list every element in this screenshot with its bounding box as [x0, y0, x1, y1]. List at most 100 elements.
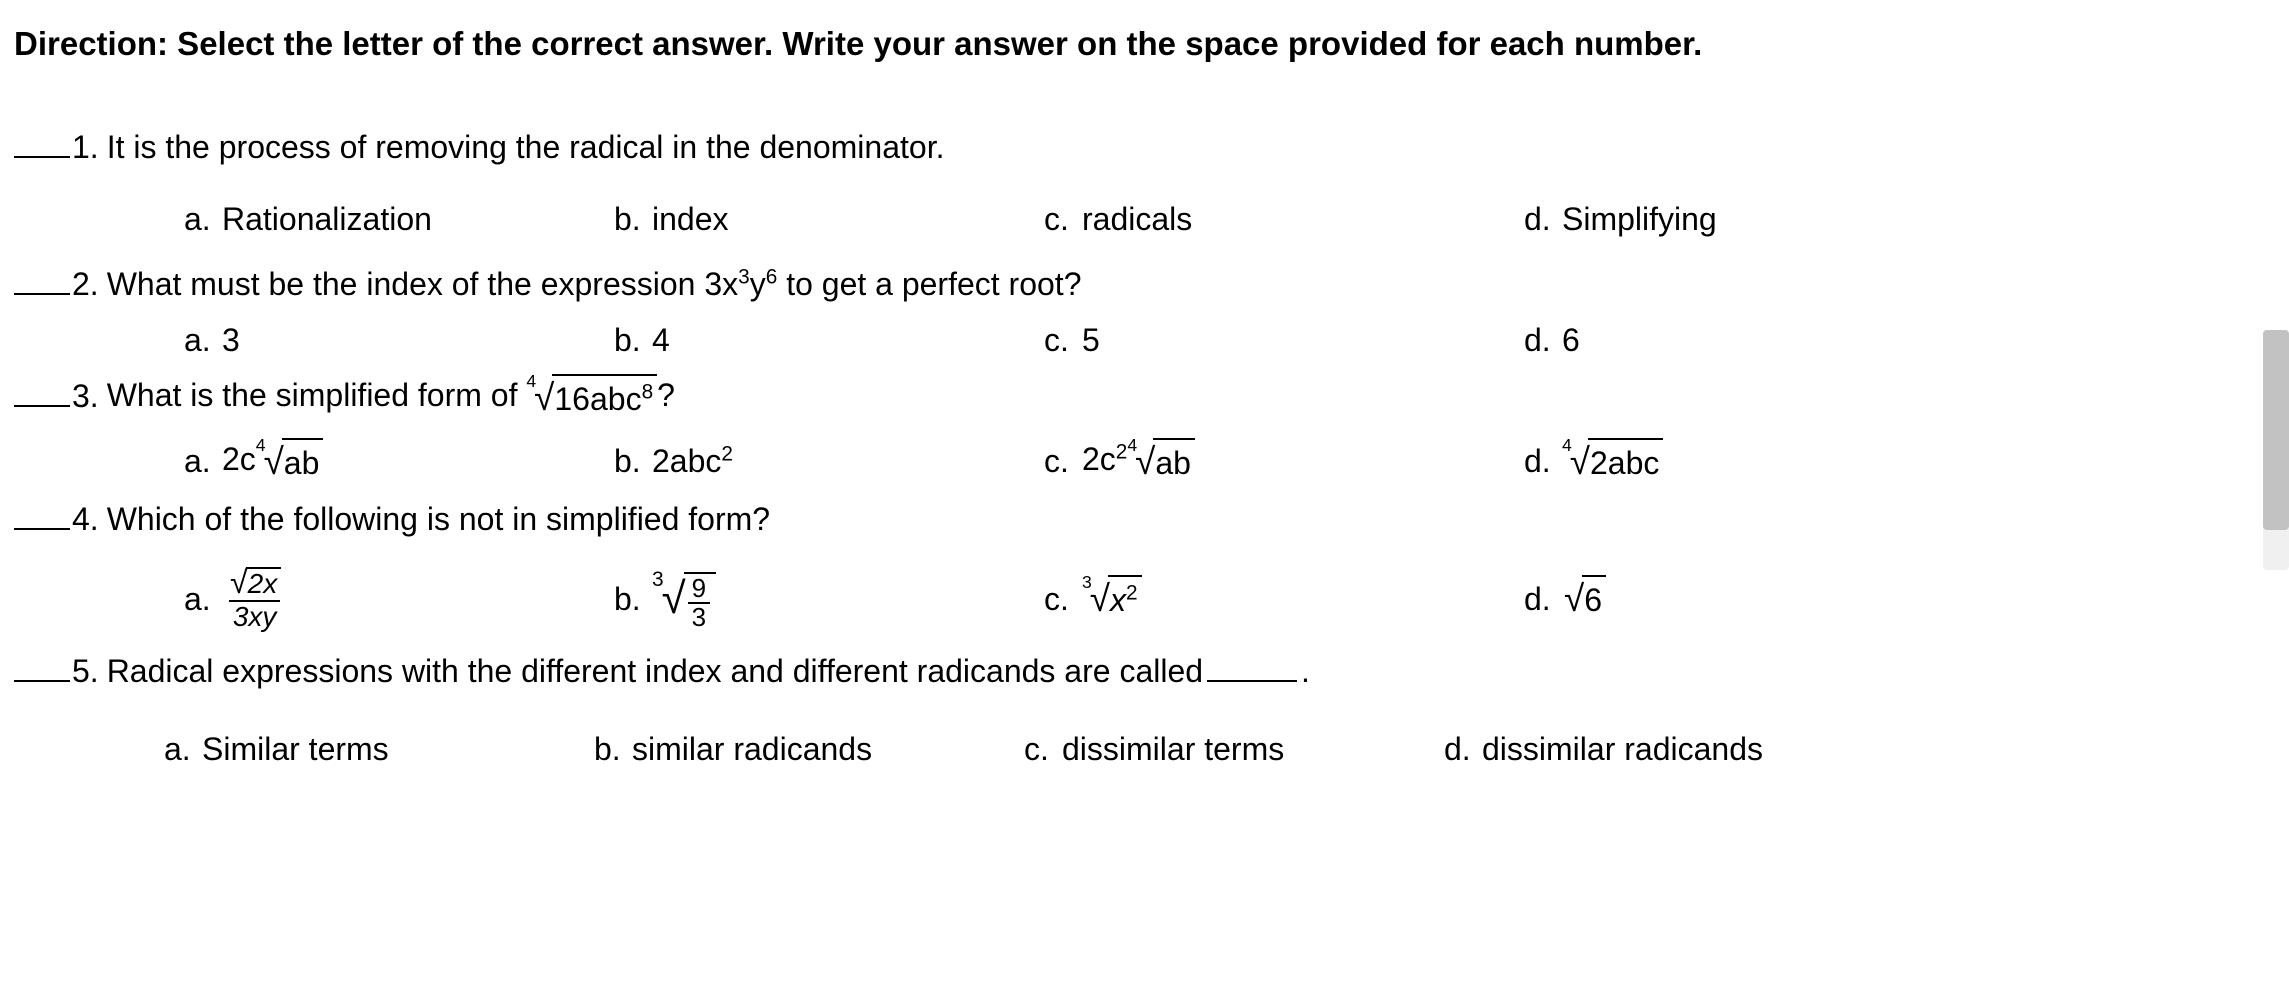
choice-text: 6 — [1562, 317, 1580, 363]
answer-blank-3[interactable] — [14, 376, 70, 407]
radicand: x — [1110, 582, 1126, 618]
radical-icon: 3x2 — [1082, 572, 1142, 625]
choice-letter: b. — [614, 438, 642, 484]
choice-d[interactable]: d.6 — [1524, 317, 2275, 363]
text-fragment: What is the simplified form of — [107, 378, 527, 414]
choice-letter: b. — [594, 726, 622, 772]
scrollbar-thumb[interactable] — [2263, 330, 2289, 530]
text-fragment: Radical expressions with the different i… — [107, 653, 1203, 689]
radical-icon: 4ab — [1127, 435, 1195, 488]
choice-letter: a. — [164, 726, 192, 772]
radical-icon: 4ab — [256, 435, 324, 488]
question-4: 4. Which of the following is not in simp… — [14, 496, 2275, 542]
question-text: It is the process of removing the radica… — [107, 124, 945, 170]
superscript: 2 — [1126, 582, 1138, 605]
superscript: 3 — [738, 265, 750, 288]
choice-letter: d. — [1524, 317, 1552, 363]
choice-a[interactable]: a.Similar terms — [164, 726, 594, 772]
choices-q3: a. 2c4ab b. 2abc2 c. 2c24ab d. 42abc — [184, 435, 2275, 488]
choice-letter: b. — [614, 196, 642, 242]
denominator: 3 — [688, 602, 710, 631]
choice-a[interactable]: a.3 — [184, 317, 614, 363]
choice-letter: b. — [614, 317, 642, 363]
choice-letter: a. — [184, 196, 212, 242]
radicand: 2abc — [1588, 438, 1663, 486]
radicand: ab — [1153, 438, 1195, 486]
choice-d[interactable]: d.dissimilar radicands — [1444, 726, 2275, 772]
choice-text: Similar terms — [202, 726, 389, 772]
choice-c[interactable]: c. 2c24ab — [1044, 435, 1524, 488]
choice-b[interactable]: b.similar radicands — [594, 726, 1024, 772]
text-fragment: y — [750, 266, 766, 302]
denominator: 3xy — [229, 600, 281, 631]
choices-q2: a.3 b.4 c.5 d.6 — [184, 317, 2275, 363]
choice-b[interactable]: b.index — [614, 196, 1044, 242]
text-fragment: What must be the index of the expression… — [107, 266, 738, 302]
choices-q1: a.Rationalization b.index c.radicals d.S… — [184, 196, 2275, 242]
question-number: 1. — [72, 124, 99, 170]
choice-b[interactable]: b. 3 9 3 — [614, 567, 1044, 631]
choice-text: 4 — [652, 317, 670, 363]
question-1: 1. It is the process of removing the rad… — [14, 124, 2275, 170]
superscript: 2 — [721, 443, 733, 466]
choice-math: 2c24ab — [1082, 435, 1195, 488]
choice-b[interactable]: b.4 — [614, 317, 1044, 363]
choice-math: 2c4ab — [222, 435, 323, 488]
answer-blank-1[interactable] — [14, 127, 70, 158]
choices-q5: a.Similar terms b.similar radicands c.di… — [164, 726, 2275, 772]
choice-d[interactable]: d. 42abc — [1524, 435, 2275, 488]
radical-icon: 42abc — [1562, 435, 1663, 488]
text-fragment: 2abc — [652, 443, 721, 479]
direction-text: Direction: Select the letter of the corr… — [14, 20, 2275, 68]
choice-d[interactable]: d.Simplifying — [1524, 196, 2275, 242]
question-text: What is the simplified form of 4 16abc8 … — [107, 371, 675, 424]
text-fragment: . — [1301, 653, 1310, 689]
choice-a[interactable]: a. 2x 3xy — [184, 566, 614, 631]
question-2: 2. What must be the index of the express… — [14, 261, 2275, 307]
choice-math: 2abc2 — [652, 438, 733, 484]
choice-b[interactable]: b. 2abc2 — [614, 438, 1044, 484]
choice-math: 6 — [1562, 572, 1606, 625]
radicand: 16abc — [554, 381, 641, 417]
answer-blank-2[interactable] — [14, 264, 70, 295]
question-5: 5. Radical expressions with the differen… — [14, 648, 2275, 694]
choice-text: index — [652, 196, 729, 242]
text-fragment: ? — [657, 378, 675, 414]
question-number: 3. — [72, 373, 99, 419]
radical-icon: 4 16abc8 — [526, 371, 657, 424]
choice-c[interactable]: c.dissimilar terms — [1024, 726, 1444, 772]
choice-math: 3 9 3 — [652, 567, 716, 631]
choice-a[interactable]: a. 2c4ab — [184, 435, 614, 488]
answer-blank-5[interactable] — [14, 651, 70, 682]
choice-math: 3x2 — [1082, 572, 1142, 625]
choice-a[interactable]: a.Rationalization — [184, 196, 614, 242]
choice-d[interactable]: d. 6 — [1524, 572, 2275, 625]
choice-text: radicals — [1082, 196, 1192, 242]
choice-c[interactable]: c.5 — [1044, 317, 1524, 363]
choice-text: similar radicands — [632, 726, 872, 772]
choice-text: Simplifying — [1562, 196, 1717, 242]
question-text: Which of the following is not in simplif… — [107, 496, 770, 542]
worksheet-page: Direction: Select the letter of the corr… — [0, 0, 2289, 1005]
numerator: 9 — [688, 575, 710, 602]
text-fragment: to get a perfect root? — [777, 266, 1081, 302]
text-fragment: 2c — [222, 441, 256, 477]
choice-c[interactable]: c.radicals — [1044, 196, 1524, 242]
choices-q4: a. 2x 3xy b. 3 9 3 c — [184, 566, 2275, 631]
fill-blank[interactable] — [1207, 680, 1297, 682]
choice-c[interactable]: c. 3x2 — [1044, 572, 1524, 625]
question-number: 4. — [72, 496, 99, 542]
question-text: Radical expressions with the different i… — [107, 648, 1310, 694]
question-number: 2. — [72, 261, 99, 307]
choice-letter: d. — [1524, 196, 1552, 242]
radical-icon: 2x — [228, 566, 281, 600]
choice-text: 5 — [1082, 317, 1100, 363]
choice-letter: c. — [1044, 317, 1072, 363]
answer-blank-4[interactable] — [14, 499, 70, 530]
radicand: 6 — [1582, 575, 1606, 623]
choice-letter: d. — [1524, 438, 1552, 484]
choice-letter: a. — [184, 438, 212, 484]
radicand: ab — [282, 438, 324, 486]
choice-letter: d. — [1524, 576, 1552, 622]
superscript: 8 — [642, 381, 654, 404]
